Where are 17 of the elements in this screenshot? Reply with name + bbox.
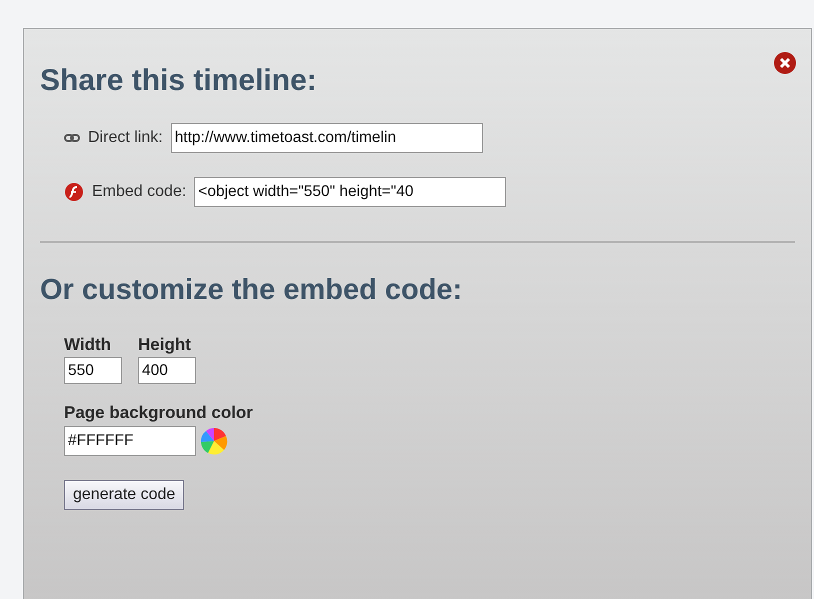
color-field[interactable]: #FFFFFF [64,426,196,456]
dialog-title: Share this timeline: [40,63,317,99]
close-icon[interactable] [773,51,797,75]
chain-link-icon [64,133,80,143]
flash-icon [64,182,84,202]
generate-code-button[interactable]: generate code [64,480,184,510]
size-field[interactable]: 400 [138,357,196,384]
size-field[interactable]: 550 [64,357,122,384]
field-label: Embed code: [92,182,186,202]
color-wheel-icon[interactable] [200,426,228,455]
section-title: Or customize the embed code: [40,273,462,308]
link-field[interactable]: http://www.timetoast.com/timelin [170,123,483,153]
field-label: Width [64,334,112,356]
field-label: Page background color [64,402,254,424]
field-label: Height [138,334,192,356]
field-label: Direct link: [88,128,163,148]
embed-code-field[interactable]: <object width="550" height="40 [194,177,506,207]
